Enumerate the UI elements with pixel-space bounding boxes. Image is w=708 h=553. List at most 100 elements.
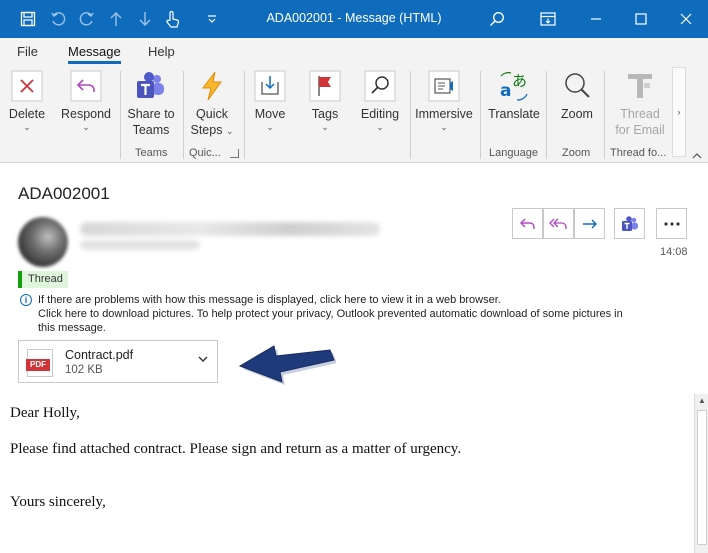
- info-download-pictures[interactable]: Click here to download pictures. To help…: [38, 307, 698, 321]
- forward-button[interactable]: [574, 208, 605, 239]
- message-time: 14:08: [660, 246, 688, 258]
- thread-for-email-button[interactable]: Thread for Email: [610, 70, 670, 142]
- close-icon[interactable]: [669, 5, 703, 33]
- quick-label-line2: Steps: [190, 123, 223, 137]
- share-to-teams-small-button[interactable]: [614, 208, 645, 239]
- ribbon-divider: [546, 71, 547, 159]
- delete-label: Delete: [8, 107, 46, 121]
- ribbon-divider: [120, 71, 121, 159]
- recipient-redacted: [80, 240, 200, 250]
- tags-button[interactable]: Tags ⌄: [305, 70, 345, 142]
- ribbon: Delete ⌄ Respond ⌄ Share to Teams Teams …: [0, 65, 708, 163]
- group-label-zoom: Zoom: [562, 147, 591, 159]
- body-closing: Yours sincerely,: [10, 494, 106, 510]
- group-label-thread: Thread fo...: [610, 147, 667, 159]
- info-view-in-browser[interactable]: If there are problems with how this mess…: [38, 293, 698, 307]
- touch-mode-icon[interactable]: [162, 9, 182, 29]
- next-item-icon[interactable]: [135, 9, 155, 29]
- avatar: [18, 217, 68, 267]
- group-label-quick-steps: Quic...: [189, 147, 221, 159]
- delete-button[interactable]: Delete ⌄: [6, 70, 48, 142]
- translate-button[interactable]: aあ Translate: [488, 70, 540, 142]
- group-label-teams: Teams: [135, 147, 168, 159]
- info-download-pictures-cont: this message.: [38, 322, 106, 334]
- translate-icon: aあ: [498, 70, 530, 102]
- magnifier-icon: [364, 70, 396, 102]
- undo-icon[interactable]: [48, 9, 68, 29]
- share-label-line2: Teams: [132, 123, 170, 137]
- immersive-button[interactable]: Immersive ⌄: [415, 70, 473, 142]
- tab-file[interactable]: File: [17, 44, 38, 59]
- reply-icon: [70, 70, 102, 102]
- editing-label: Editing: [360, 107, 400, 121]
- vertical-scrollbar[interactable]: ▲: [694, 394, 708, 553]
- reply-icon: [519, 218, 535, 229]
- thread-label-line1: Thread: [620, 107, 660, 121]
- reply-button[interactable]: [512, 208, 543, 239]
- minimize-icon[interactable]: [579, 5, 613, 33]
- chevron-down-icon: ⌄: [266, 122, 274, 132]
- reply-all-icon: [548, 218, 567, 229]
- tags-label: Tags: [311, 107, 339, 121]
- tab-message[interactable]: Message: [68, 44, 121, 64]
- body-greeting: Dear Holly,: [10, 405, 80, 421]
- share-to-teams-button[interactable]: Share to Teams: [125, 70, 177, 142]
- message-subject: ADA002001: [18, 184, 110, 203]
- tab-help[interactable]: Help: [148, 44, 175, 59]
- zoom-icon: [561, 70, 593, 102]
- lightning-icon: [196, 70, 228, 102]
- chevron-down-icon: ⌄: [82, 122, 90, 132]
- zoom-button[interactable]: Zoom: [556, 70, 598, 142]
- editing-button[interactable]: Editing ⌄: [357, 70, 403, 142]
- menu-bar: File Message Help: [0, 38, 708, 65]
- quick-steps-button[interactable]: Quick Steps ⌄: [188, 70, 236, 142]
- thread-category-tag: Thread: [18, 271, 68, 288]
- body-paragraph: Please find attached contract. Please si…: [10, 441, 462, 457]
- ribbon-divider: [480, 71, 481, 159]
- scroll-up-icon[interactable]: ▲: [695, 394, 708, 408]
- maximize-icon[interactable]: [624, 5, 658, 33]
- attachment-card[interactable]: PDF Contract.pdf 102 KB: [18, 340, 218, 383]
- collapse-ribbon-icon[interactable]: [692, 149, 702, 159]
- previous-item-icon[interactable]: [106, 9, 126, 29]
- customize-toolbar-icon[interactable]: [202, 9, 222, 29]
- ellipsis-icon: [663, 221, 680, 226]
- thread-icon: [624, 70, 656, 102]
- scrollbar-thumb[interactable]: [697, 410, 707, 545]
- save-icon[interactable]: [18, 9, 38, 29]
- chevron-down-icon[interactable]: [197, 353, 209, 368]
- move-icon: [254, 70, 286, 102]
- chevron-down-icon: ⌄: [376, 122, 384, 132]
- immersive-label: Immersive: [415, 107, 473, 121]
- flag-icon: [309, 70, 341, 102]
- respond-label: Respond: [60, 107, 112, 121]
- group-label-language: Language: [489, 147, 538, 159]
- svg-text:a: a: [500, 81, 511, 101]
- pdf-file-icon: PDF: [26, 349, 53, 377]
- title-bar: ADA002001 - Message (HTML): [0, 0, 708, 38]
- info-icon: i: [20, 294, 32, 306]
- share-label-line1: Share to: [127, 107, 175, 121]
- redo-icon[interactable]: [77, 9, 97, 29]
- immersive-reader-icon: [428, 70, 460, 102]
- attachment-name: Contract.pdf: [65, 348, 134, 362]
- svg-text:あ: あ: [512, 72, 527, 90]
- chevron-down-icon: ⌄: [440, 122, 448, 132]
- ribbon-divider: [604, 71, 605, 159]
- respond-button[interactable]: Respond ⌄: [60, 70, 112, 142]
- forward-arrow-icon: [582, 219, 597, 228]
- ribbon-divider: [183, 71, 184, 159]
- dialog-launcher-icon[interactable]: [230, 149, 239, 158]
- ribbon-scroll-right-button[interactable]: ›: [672, 67, 686, 157]
- ribbon-display-options-icon[interactable]: [531, 5, 565, 33]
- reply-all-button[interactable]: [543, 208, 574, 239]
- delete-icon: [11, 70, 43, 102]
- more-actions-button[interactable]: [656, 208, 687, 239]
- search-icon[interactable]: [480, 5, 514, 33]
- ribbon-divider: [244, 71, 245, 159]
- move-button[interactable]: Move ⌄: [250, 70, 290, 142]
- teams-icon: [135, 70, 167, 102]
- thread-label-line2: for Email: [615, 123, 665, 137]
- quick-steps-label: Steps ⌄: [188, 122, 236, 138]
- annotation-arrow: [236, 336, 337, 389]
